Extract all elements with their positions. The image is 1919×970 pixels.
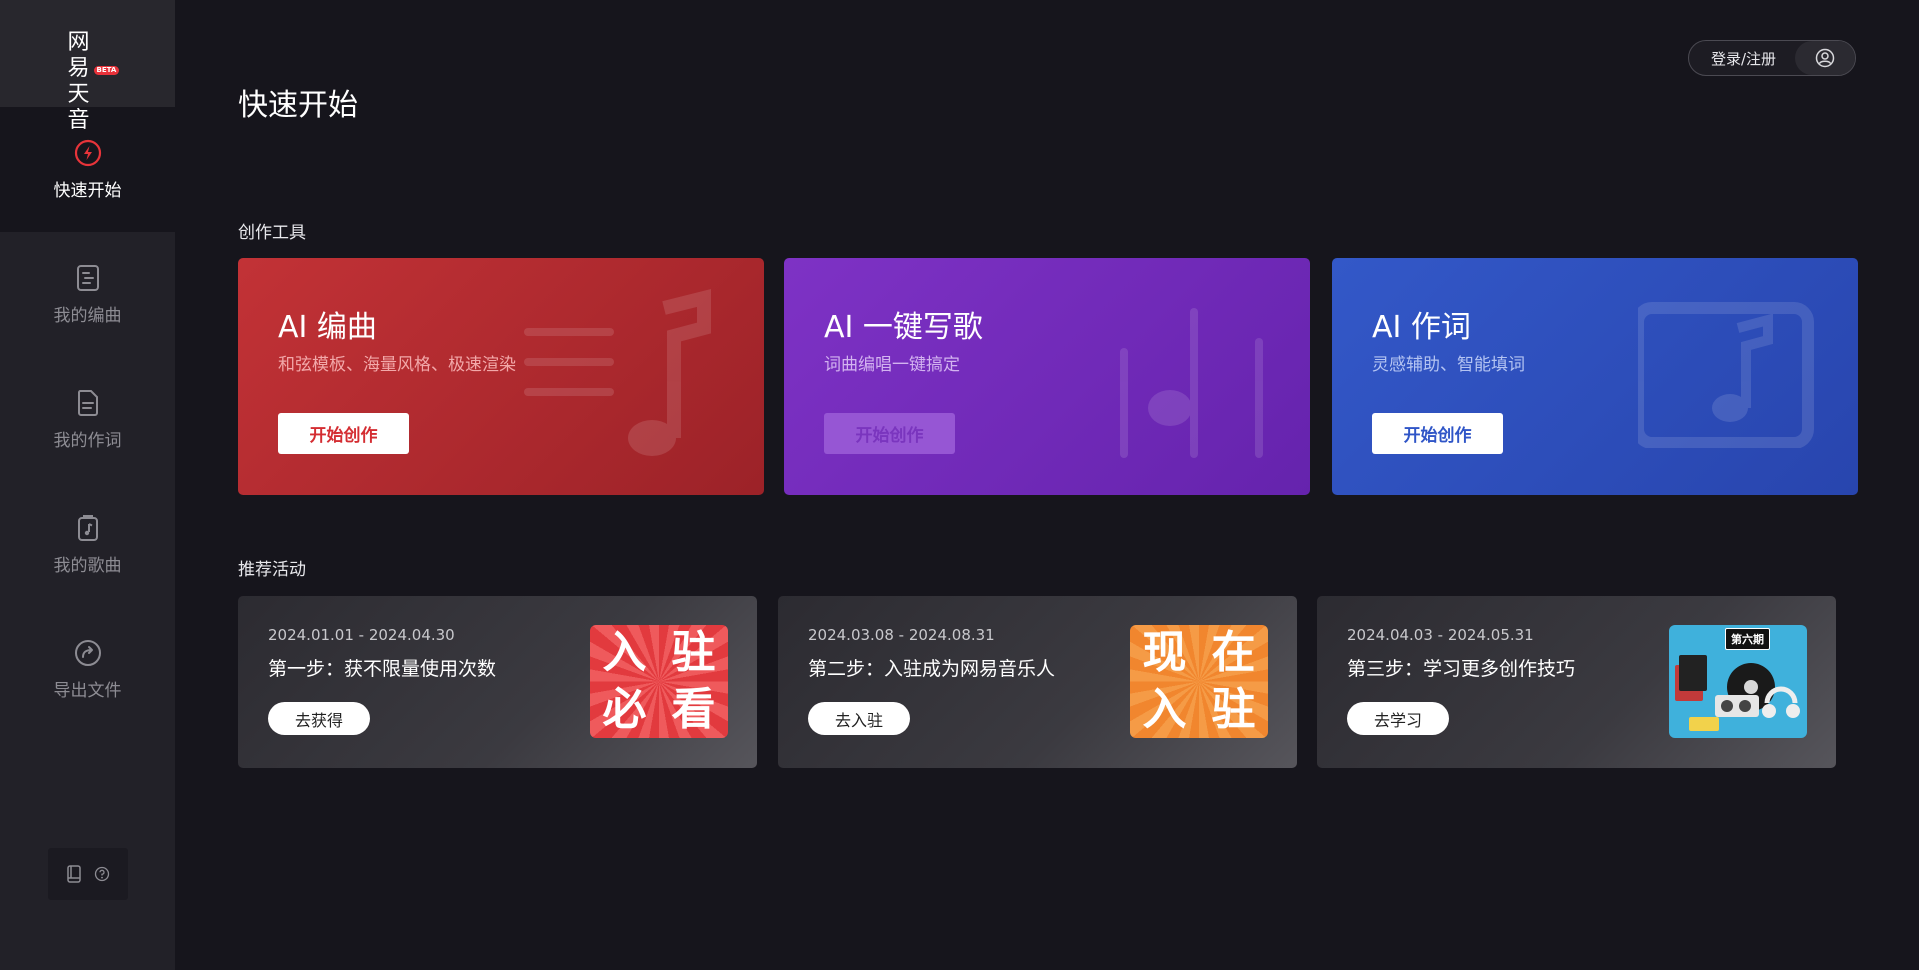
manual-book-icon[interactable] [66,865,82,883]
activity-date: 2024.01.01 - 2024.04.30 [268,626,455,644]
activity-action-button[interactable]: 去学习 [1347,702,1449,735]
card-title: AI 一键写歌 [824,310,983,345]
help-question-icon[interactable] [94,866,110,882]
card-subtitle: 灵感辅助、智能填词 [1372,355,1525,375]
thumb-char: 看 [671,683,716,735]
activity-date: 2024.03.08 - 2024.08.31 [808,626,995,644]
sidebar-item-export-files[interactable]: 导出文件 [0,607,175,732]
music-note-icon [524,289,711,456]
tool-card-ai-arrange[interactable]: AI 编曲 和弦模板、海量风格、极速渲染 开始创作 [238,258,764,495]
sidebar-item-label: 导出文件 [53,681,122,701]
sidebar-item-my-lyrics[interactable]: 我的作词 [0,357,175,482]
app-logo[interactable]: 网易天音 BETA [0,0,175,133]
activity-card-step-3[interactable]: 2024.04.03 - 2024.05.31 第三步：学习更多创作技巧 去学习… [1317,596,1836,768]
beta-badge: BETA [93,65,120,75]
start-create-button[interactable]: 开始创作 [1372,413,1503,454]
start-create-button[interactable]: 开始创作 [824,413,955,454]
sound-wave-icon [1120,308,1263,458]
activity-action-button[interactable]: 去入驻 [808,702,910,735]
user-icon [1815,48,1835,68]
help-toolbar [48,848,128,900]
activity-date: 2024.04.03 - 2024.05.31 [1347,626,1534,644]
logo-text: 网易天音 [67,29,92,133]
tool-card-ai-lyrics[interactable]: AI 作词 灵感辅助、智能填词 开始创作 [1332,258,1858,495]
thumb-char: 现 [1142,627,1187,679]
lyrics-doc-icon [77,390,98,416]
section-title-activities: 推荐活动 [238,560,306,580]
lyrics-doc-icon [1638,302,1814,448]
activity-action-button[interactable]: 去获得 [268,702,370,735]
sidebar-item-my-songs[interactable]: 我的歌曲 [0,482,175,607]
thumb-char: 必 [602,683,647,735]
activity-title: 第一步：获不限量使用次数 [268,658,497,680]
login-register-button[interactable]: 登录/注册 [1688,40,1856,76]
thumb-char: 驻 [1211,683,1256,735]
tool-card-ai-song[interactable]: AI 一键写歌 词曲编唱一键搞定 开始创作 [784,258,1310,495]
issue-tag: 第六期 [1725,628,1770,650]
start-create-button[interactable]: 开始创作 [278,413,409,454]
card-subtitle: 词曲编唱一键搞定 [824,355,960,375]
sidebar-item-label: 快速开始 [53,181,122,201]
lightning-icon [74,139,101,167]
activity-title: 第二步：入驻成为网易音乐人 [808,658,1056,680]
page-title: 快速开始 [238,88,358,123]
sidebar-item-label: 我的编曲 [53,306,122,326]
activity-thumbnail[interactable]: 第六期 [1669,625,1807,738]
sidebar-item-label: 我的歌曲 [53,556,122,576]
card-title: AI 编曲 [278,310,377,345]
activity-card-step-1[interactable]: 2024.01.01 - 2024.04.30 第一步：获不限量使用次数 去获得… [238,596,757,768]
activity-card-step-2[interactable]: 2024.03.08 - 2024.08.31 第二步：入驻成为网易音乐人 去入… [778,596,1297,768]
sidebar: 网易天音 BETA 快速开始 我的编曲 我的作词 我的歌曲 导出文件 [0,0,175,970]
sidebar-item-my-arrangements[interactable]: 我的编曲 [0,232,175,357]
thumb-char: 入 [1142,683,1187,735]
activity-title: 第三步：学习更多创作技巧 [1347,658,1576,680]
card-title: AI 作词 [1372,310,1471,345]
avatar [1795,41,1855,75]
section-title-tools: 创作工具 [238,223,306,243]
music-file-icon [77,515,98,541]
activity-thumbnail[interactable]: 现 在 入 驻 [1130,625,1268,738]
export-icon [74,640,101,666]
thumb-char: 入 [602,627,647,679]
arrangement-doc-icon [76,265,99,291]
login-register-label: 登录/注册 [1711,49,1777,68]
sidebar-item-label: 我的作词 [53,431,122,451]
thumb-char: 在 [1211,627,1256,679]
activity-thumbnail[interactable]: 入 驻 必 看 [590,625,728,738]
card-subtitle: 和弦模板、海量风格、极速渲染 [278,355,516,375]
thumb-char: 驻 [671,627,716,679]
